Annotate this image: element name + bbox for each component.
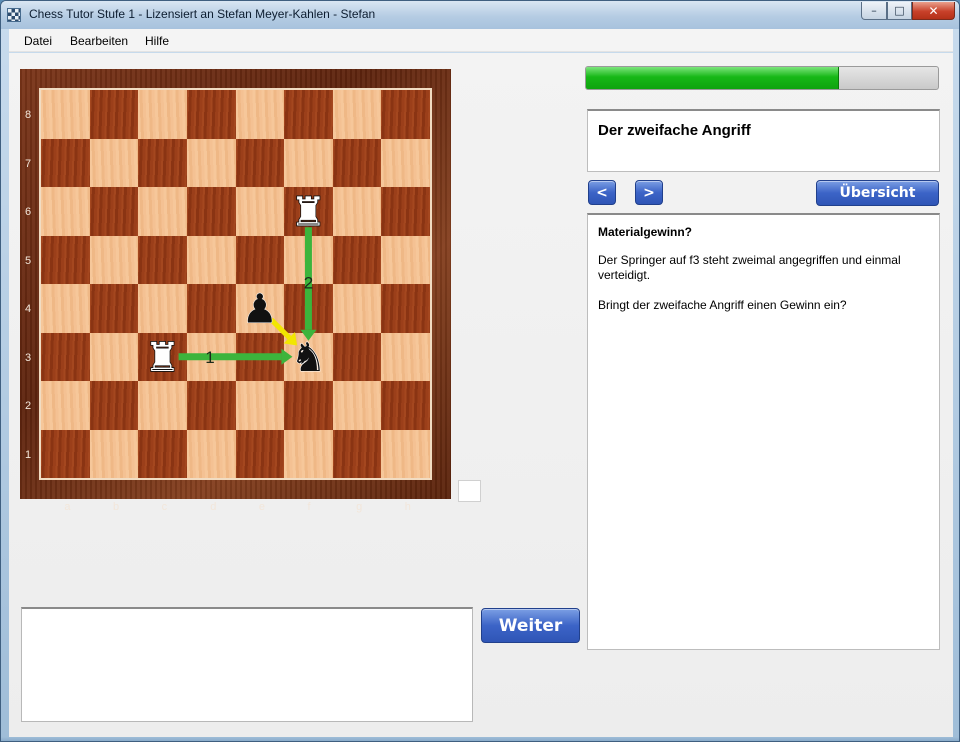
- file-label: c: [161, 501, 168, 513]
- rank-label: 7: [25, 157, 32, 170]
- file-label: h: [404, 501, 411, 513]
- continue-button[interactable]: Weiter: [481, 608, 580, 643]
- client-area: 1 2 ♜ ♟ ♜ ♞ 8 7 6 5 4 3 2 1 a b c d e f g h Der zweifache An…: [9, 53, 953, 737]
- rank-label: 3: [25, 351, 32, 364]
- white-rook-icon[interactable]: ♜: [144, 334, 181, 382]
- arrow-label: 2: [304, 274, 313, 293]
- black-knight-icon[interactable]: ♞: [290, 334, 327, 381]
- white-rook-icon[interactable]: ♜: [290, 188, 327, 236]
- rank-label: 2: [25, 400, 32, 413]
- board-overlay: 1 2 ♜ ♟ ♜ ♞: [144, 188, 327, 382]
- file-label: b: [112, 501, 120, 513]
- lesson-text-panel: Materialgewinn? Der Springer auf f3 steh…: [587, 213, 940, 650]
- lesson-title-box: Der zweifache Angriff: [587, 109, 940, 172]
- chessboard[interactable]: 1 2 ♜ ♟ ♜ ♞: [41, 90, 430, 478]
- arrow-label: 1: [205, 348, 214, 367]
- lesson-text-heading: Materialgewinn?: [598, 225, 693, 239]
- next-page-button[interactable]: >: [635, 180, 663, 205]
- rank-label: 6: [25, 206, 32, 219]
- lesson-title: Der zweifache Angriff: [598, 122, 751, 139]
- rank-label: 4: [25, 303, 32, 316]
- file-label: g: [356, 501, 363, 513]
- black-pawn-icon[interactable]: ♟: [241, 286, 278, 333]
- side-to-move-indicator: [458, 480, 481, 502]
- menu-datei[interactable]: Datei: [24, 34, 52, 48]
- answer-box[interactable]: [21, 607, 473, 722]
- move-arrow: [178, 348, 293, 365]
- menu-hilfe[interactable]: Hilfe: [145, 34, 169, 48]
- lesson-paragraph: Der Springer auf f3 steht zweimal angegr…: [598, 253, 901, 282]
- lesson-paragraph: Bringt der zweifache Angriff einen Gewin…: [598, 298, 847, 312]
- title-bar[interactable]: Chess Tutor Stufe 1 - Lizensiert an Stef…: [1, 1, 959, 29]
- board-frame: 1 2 ♜ ♟ ♜ ♞ 8 7 6 5 4 3 2 1 a b c d e f g h: [20, 69, 451, 513]
- lesson-progress-bar: [585, 66, 939, 90]
- rank-label: 5: [25, 254, 32, 267]
- menu-bar: Datei Bearbeiten Hilfe: [9, 29, 953, 52]
- app-window: Chess Tutor Stufe 1 - Lizensiert an Stef…: [0, 0, 960, 742]
- progress-fill: [586, 67, 840, 89]
- previous-button[interactable]: <: [588, 180, 616, 205]
- rank-label: 1: [25, 448, 32, 461]
- file-label: f: [307, 501, 311, 513]
- menu-bearbeiten[interactable]: Bearbeiten: [70, 34, 128, 48]
- minimize-button[interactable]: –: [861, 2, 887, 20]
- file-label: a: [64, 501, 71, 513]
- window-bottom-border: [1, 737, 959, 741]
- chessboard-icon: [7, 8, 21, 22]
- board-border: 1 2 ♜ ♟ ♜ ♞: [39, 88, 432, 480]
- maximize-button[interactable]: □: [887, 2, 912, 20]
- rank-label: 8: [25, 109, 32, 122]
- file-label: e: [258, 501, 265, 513]
- overview-button[interactable]: Übersicht: [816, 180, 939, 206]
- file-label: d: [210, 501, 217, 513]
- close-button[interactable]: ✕: [912, 2, 955, 20]
- window-title: Chess Tutor Stufe 1 - Lizensiert an Stef…: [29, 7, 376, 21]
